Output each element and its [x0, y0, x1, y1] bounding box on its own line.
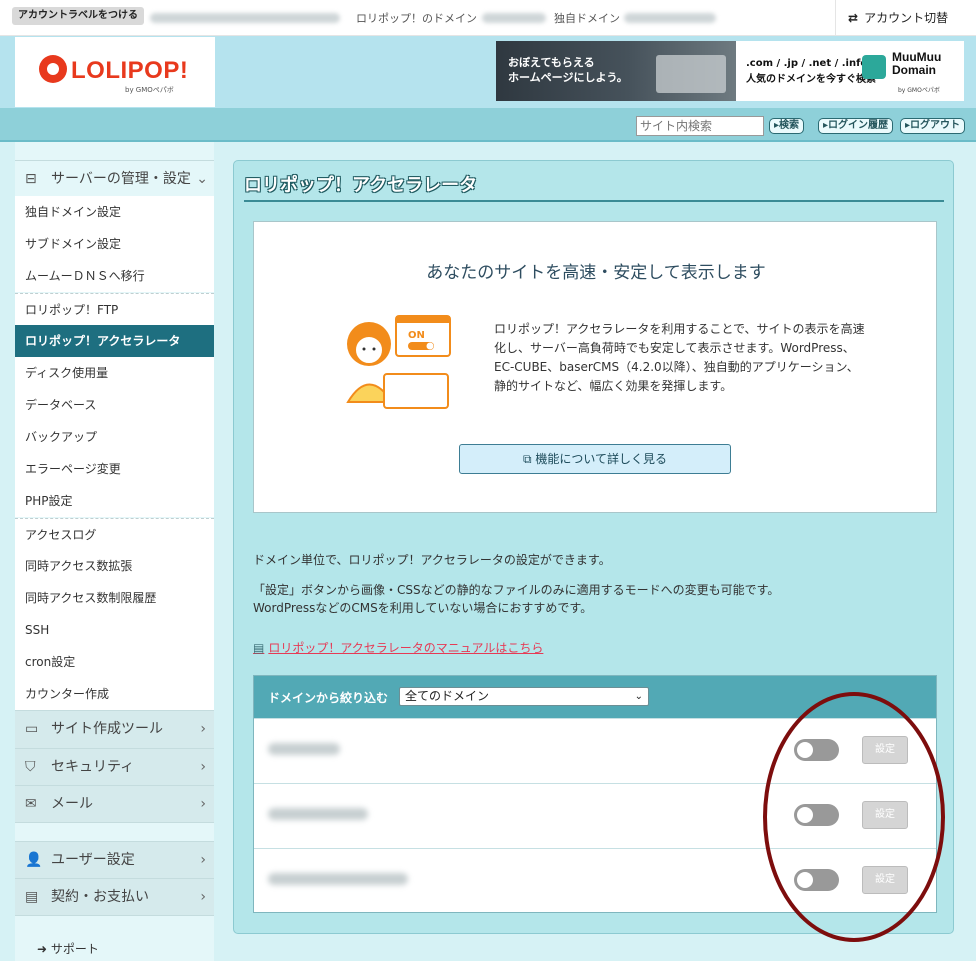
sidebar-item-subdomain[interactable]: サブドメイン設定	[15, 228, 214, 260]
sidebar-item-concurrent-history[interactable]: 同時アクセス数制限履歴	[15, 582, 214, 614]
account-switch-button[interactable]: ⇄ アカウント切替	[835, 0, 976, 36]
user-icon: 👤	[25, 852, 43, 868]
tool-bar: ▸検索 ▸ログイン履歴 ▸ログアウト	[0, 108, 976, 142]
credit-card-icon: ▤	[25, 889, 39, 905]
sidebar-item-counter[interactable]: カウンター作成	[15, 678, 214, 710]
sidebar-group-label: ユーザー設定	[51, 852, 135, 868]
domain-name-redacted	[268, 743, 340, 755]
accelerator-illustration: ON	[346, 315, 451, 409]
sidebar-group-mail[interactable]: ✉ メール ›	[15, 785, 214, 823]
lolipop-logo-icon	[39, 55, 67, 83]
sidebar-item-database[interactable]: データベース	[15, 389, 214, 421]
sidebar: ⊟ サーバーの管理・設定 ⌄ 独自ドメイン設定 サブドメイン設定 ムームーＤＮＳ…	[15, 142, 214, 961]
shield-icon: ⛉	[25, 759, 36, 775]
site-search-input[interactable]	[636, 116, 764, 136]
logo-sub: by GMOペパボ	[125, 86, 174, 94]
filter-label: ドメインから絞り込む	[268, 691, 389, 705]
domain-filter-select[interactable]: 全てのドメイン ⌄	[399, 687, 649, 706]
search-button[interactable]: ▸検索	[769, 118, 805, 134]
custom-domain-redacted	[624, 13, 716, 23]
sidebar-group-label: サーバーの管理・設定	[51, 171, 191, 187]
annotation-circle	[763, 692, 945, 942]
account-bar: アカウントラベルをつける ロリポップ！のドメイン 独自ドメイン ⇄ アカウント切替	[0, 0, 976, 36]
chevron-down-icon: ⌄	[196, 171, 208, 187]
sidebar-group-label: セキュリティ	[51, 759, 135, 775]
laptop-image	[656, 55, 726, 93]
sidebar-item-ssh[interactable]: SSH	[15, 614, 214, 646]
account-switch-label: アカウント切替	[864, 11, 949, 25]
description-1: ドメイン単位で、ロリポップ！アクセラレータの設定ができます。	[253, 553, 611, 567]
lolipop-logo[interactable]: LOLIPOP! by GMOペパボ	[15, 37, 215, 107]
sidebar-item-muumuu-dns[interactable]: ムームーＤＮＳへ移行	[15, 260, 214, 292]
account-id-redacted	[150, 13, 340, 23]
chevron-right-icon: ›	[200, 852, 206, 868]
muumuu-brand-sub: by GMOペパボ	[898, 87, 940, 94]
account-label-button[interactable]: アカウントラベルをつける	[12, 7, 144, 25]
page-title: ロリポップ！アクセラレータ	[244, 175, 478, 196]
support-link[interactable]: ➜ サポート	[37, 940, 99, 957]
sidebar-item-domain[interactable]: 独自ドメイン設定	[15, 196, 214, 228]
mail-icon: ✉	[25, 796, 37, 812]
muumuu-banner[interactable]: おぼえてもらえる ホームページにしよう。 .com / .jp / .net /…	[496, 41, 964, 101]
sidebar-group-user[interactable]: 👤 ユーザー設定 ›	[15, 841, 214, 878]
custom-domain-label: 独自ドメイン	[554, 12, 620, 25]
illus-on-text: ON	[408, 330, 425, 341]
laptop-icon: ▭	[25, 721, 39, 737]
logout-button[interactable]: ▸ログアウト	[900, 118, 966, 134]
sidebar-group-label: サイト作成ツール	[51, 721, 163, 737]
sidebar-item-disk[interactable]: ディスク使用量	[15, 357, 214, 389]
promo-box: あなたのサイトを高速・安定して表示します ON ロリポップ！アクセラレータを利用…	[253, 221, 937, 513]
description-3: WordPressなどのCMSを利用していない場合におすすめです。	[253, 601, 593, 615]
lolipop-domain-label: ロリポップ！のドメイン	[356, 12, 477, 25]
sidebar-item-cron[interactable]: cron設定	[15, 646, 214, 678]
promo-heading: あなたのサイトを高速・安定して表示します	[426, 263, 766, 283]
chevron-right-icon: ›	[200, 721, 206, 737]
external-link-icon: ⧉	[522, 452, 536, 466]
logo-text: LOLIPOP!	[71, 57, 189, 84]
login-history-button[interactable]: ▸ログイン履歴	[818, 118, 894, 134]
chevron-down-icon: ⌄	[634, 691, 643, 702]
title-divider	[244, 200, 944, 202]
manual-link[interactable]: ▤ ロリポップ！アクセラレータのマニュアルはこちら	[253, 639, 543, 656]
sidebar-group-security[interactable]: ⛉ セキュリティ ›	[15, 748, 214, 785]
sidebar-group-label: 契約・お支払い	[51, 889, 149, 905]
sidebar-item-backup[interactable]: バックアップ	[15, 421, 214, 453]
chevron-right-icon: ›	[200, 796, 206, 812]
sidebar-item-accelerator[interactable]: ロリポップ！アクセラレータ	[15, 325, 214, 357]
sidebar-item-php[interactable]: PHP設定	[15, 485, 214, 517]
server-icon: ⊟	[25, 171, 37, 187]
site-header: LOLIPOP! by GMOペパボ おぼえてもらえる ホームページにしよう。 …	[0, 36, 976, 108]
chevron-right-icon: ›	[200, 759, 206, 775]
sidebar-item-concurrent-expand[interactable]: 同時アクセス数拡張	[15, 550, 214, 582]
banner-tlds: .com / .jp / .net / .info 人気のドメインを今すぐ検索	[746, 58, 876, 85]
muumuu-brand: MuuMuu Domain	[892, 50, 942, 77]
banner-photo: おぼえてもらえる ホームページにしよう。	[496, 41, 736, 101]
sidebar-item-error-page[interactable]: エラーページ変更	[15, 453, 214, 485]
banner-catch: おぼえてもらえる ホームページにしよう。	[508, 56, 628, 84]
sidebar-group-billing[interactable]: ▤ 契約・お支払い ›	[15, 878, 214, 916]
sidebar-item-access-log[interactable]: アクセスログ	[15, 518, 214, 550]
sidebar-group-label: メール	[51, 796, 93, 812]
arrow-right-icon: ➜	[37, 942, 51, 956]
lolipop-domain-redacted	[482, 13, 546, 23]
sidebar-group-server[interactable]: ⊟ サーバーの管理・設定 ⌄	[15, 160, 214, 196]
sidebar-item-ftp[interactable]: ロリポップ！FTP	[15, 293, 214, 325]
chevron-right-icon: ›	[200, 889, 206, 905]
sidebar-group-site-tools[interactable]: ▭ サイト作成ツール ›	[15, 710, 214, 748]
description-2: 「設定」ボタンから画像・CSSなどの静的なファイルのみに適用するモードへの変更も…	[253, 583, 780, 597]
switch-icon: ⇄	[848, 11, 859, 25]
muumuu-logo-icon	[862, 55, 886, 79]
domain-name-redacted	[268, 808, 368, 820]
learn-more-button[interactable]: ⧉ 機能について詳しく見る	[459, 444, 731, 474]
domain-name-redacted	[268, 873, 408, 885]
promo-body: ロリポップ！アクセラレータを利用することで、サイトの表示を高速化し、サーバー高負…	[494, 322, 865, 393]
document-icon: ▤	[253, 641, 265, 655]
